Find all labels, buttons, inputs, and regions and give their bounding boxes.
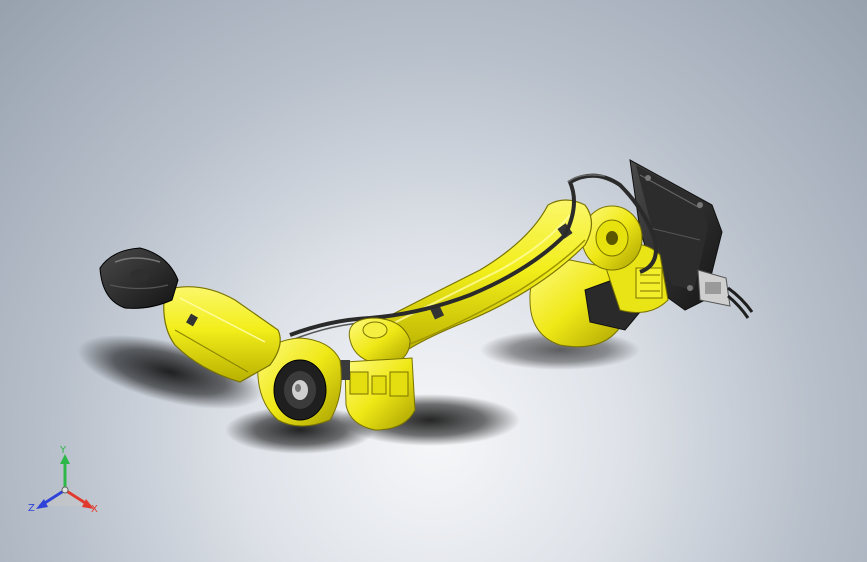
power-connector[interactable] (697, 269, 754, 319)
end-effector[interactable] (99, 247, 179, 309)
cad-viewport[interactable]: Y X Z (0, 0, 867, 562)
elbow-joint[interactable] (340, 317, 416, 431)
y-axis-label: Y (60, 445, 67, 456)
x-axis-label: X (91, 504, 98, 515)
robot-arm-model[interactable] (0, 0, 867, 562)
z-axis-label: Z (28, 503, 35, 514)
coordinate-triad[interactable]: Y X Z (24, 446, 106, 526)
